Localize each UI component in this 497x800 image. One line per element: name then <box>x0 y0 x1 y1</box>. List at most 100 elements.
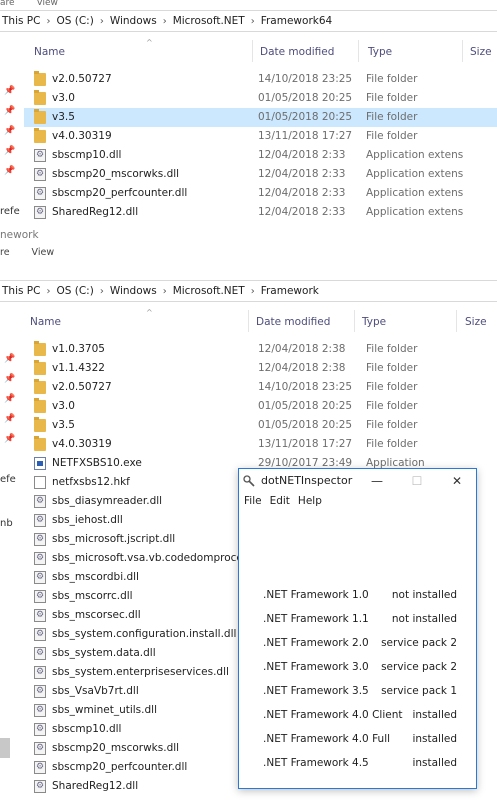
breadcrumb-microsoft-net[interactable]: Microsoft.NET <box>173 285 245 297</box>
nav-item-label[interactable]: refe <box>0 206 20 217</box>
column-divider[interactable] <box>462 40 463 62</box>
folder-icon <box>34 398 46 413</box>
file-row[interactable]: v3.5 01/05/2018 20:25 File folder <box>24 416 497 435</box>
breadcrumb-this-pc[interactable]: This PC <box>2 15 40 27</box>
breadcrumb-windows[interactable]: Windows <box>110 15 157 27</box>
file-row[interactable]: v3.0 01/05/2018 20:25 File folder <box>24 397 497 416</box>
app-icon <box>243 475 255 487</box>
nav-item-label[interactable]: efe <box>0 474 16 485</box>
file-row[interactable]: v2.0.50727 14/10/2018 23:25 File folder <box>24 378 497 397</box>
folder-icon <box>34 90 46 105</box>
file-name: sbs_VsaVb7rt.dll <box>52 685 139 697</box>
menu-help[interactable]: Help <box>298 493 322 511</box>
dll-icon <box>34 568 46 587</box>
ribbon-tab-view[interactable]: View <box>37 0 58 8</box>
breadcrumb-os-c[interactable]: OS (C:) <box>56 15 93 27</box>
ribbon-tab-view[interactable]: View <box>32 247 55 258</box>
breadcrumb-this-pc[interactable]: This PC <box>2 285 40 297</box>
column-divider[interactable] <box>358 40 359 62</box>
pin-icon[interactable]: 📌 <box>4 86 15 96</box>
chevron-right-icon: › <box>99 285 104 297</box>
column-size[interactable]: Size <box>465 316 487 328</box>
pin-icon[interactable]: 📌 <box>4 166 15 176</box>
column-date-modified[interactable]: Date modified <box>256 316 330 328</box>
file-name: sbs_mscordbi.dll <box>52 571 139 583</box>
file-row[interactable]: sbscmp20_perfcounter.dll 12/04/2018 2:33 A… <box>24 184 497 203</box>
file-type: File folder <box>366 381 418 393</box>
ribbon-tabs: are View <box>0 0 497 10</box>
file-name: sbs_microsoft.jscript.dll <box>52 533 176 545</box>
file-name: sbs_mscorrc.dll <box>52 590 133 602</box>
file-name: sbs_system.data.dll <box>52 647 156 659</box>
framework-status: service pack 2 <box>381 637 457 649</box>
pin-icon[interactable]: 📌 <box>4 434 15 444</box>
column-type[interactable]: Type <box>368 46 392 58</box>
column-date-modified[interactable]: Date modified <box>260 46 334 58</box>
pin-icon[interactable]: 📌 <box>4 374 15 384</box>
pin-icon[interactable]: 📌 <box>4 354 15 364</box>
breadcrumb-os-c[interactable]: OS (C:) <box>56 285 93 297</box>
minimize-button[interactable]: — <box>363 472 391 490</box>
address-bar[interactable]: This PC › OS (C:) › Windows › Microsoft.NET… <box>0 10 497 32</box>
maximize-button[interactable]: ☐ <box>403 472 431 490</box>
file-row[interactable]: SharedReg12.dll 12/04/2018 2:33 Applicatio… <box>24 203 497 222</box>
column-name[interactable]: Name <box>34 46 65 58</box>
framework-name: .NET Framework 4.0 Full <box>263 733 391 745</box>
column-size[interactable]: Size <box>470 46 492 58</box>
file-name: sbscmp20_perfcounter.dll <box>52 187 188 199</box>
navigation-pane: 📌 📌 📌 📌 📌 efe nb <box>0 336 20 796</box>
breadcrumb-framework[interactable]: Framework <box>261 285 319 297</box>
file-type: File folder <box>366 111 418 123</box>
title-bar[interactable]: dotNETInspector — ☐ ✕ <box>239 469 476 493</box>
column-divider[interactable] <box>354 310 355 332</box>
pin-icon[interactable]: 📌 <box>4 106 15 116</box>
framework-row: .NET Framework 1.0 not installed <box>259 589 459 607</box>
file-date-modified: 12/04/2018 2:33 <box>258 206 346 218</box>
nav-item-label[interactable]: nb <box>0 518 13 529</box>
chevron-right-icon: › <box>99 15 104 27</box>
file-date-modified: 12/04/2018 2:33 <box>258 149 346 161</box>
file-row[interactable]: sbscmp10.dll 12/04/2018 2:33 Application e… <box>24 146 497 165</box>
menu-edit[interactable]: Edit <box>270 493 290 511</box>
file-row[interactable]: v2.0.50727 14/10/2018 23:25 File folder <box>24 70 497 89</box>
folder-icon <box>34 341 46 356</box>
chevron-right-icon: › <box>162 285 167 297</box>
pin-icon[interactable]: 📌 <box>4 414 15 424</box>
breadcrumb-framework64[interactable]: Framework64 <box>261 15 333 27</box>
file-row[interactable]: v3.5 01/05/2018 20:25 File folder <box>24 108 497 127</box>
pin-icon[interactable]: 📌 <box>4 146 15 156</box>
file-row[interactable]: v4.0.30319 13/11/2018 17:27 File folder <box>24 127 497 146</box>
pin-icon[interactable]: 📌 <box>4 126 15 136</box>
dll-icon <box>34 184 46 203</box>
dll-icon <box>34 739 46 758</box>
column-name[interactable]: Name <box>30 316 61 328</box>
file-row[interactable]: sbscmp20_mscorwks.dll 12/04/2018 2:33 Appl… <box>24 165 497 184</box>
file-name: sbscmp10.dll <box>52 149 122 161</box>
chevron-right-icon: › <box>162 15 167 27</box>
menu-file[interactable]: File <box>244 493 262 511</box>
column-divider[interactable] <box>248 310 249 332</box>
ribbon-tab-share[interactable]: re <box>0 247 10 258</box>
file-date-modified: 14/10/2018 23:25 <box>258 381 353 393</box>
pin-icon[interactable]: 📌 <box>4 394 15 404</box>
nav-selected-highlight <box>0 738 10 758</box>
file-row[interactable]: v4.0.30319 13/11/2018 17:27 File folder <box>24 435 497 454</box>
breadcrumb-microsoft-net[interactable]: Microsoft.NET <box>173 15 245 27</box>
column-divider[interactable] <box>252 40 253 62</box>
file-row[interactable]: v3.0 01/05/2018 20:25 File folder <box>24 89 497 108</box>
framework-row: .NET Framework 1.1 not installed <box>259 613 459 631</box>
file-name: v3.5 <box>52 419 75 431</box>
file-type: Application extens <box>366 149 464 161</box>
file-row[interactable]: v1.1.4322 12/04/2018 2:38 File folder <box>24 359 497 378</box>
column-divider[interactable] <box>456 310 457 332</box>
address-bar[interactable]: This PC › OS (C:) › Windows › Microsoft.NET… <box>0 280 497 302</box>
breadcrumb-windows[interactable]: Windows <box>110 285 157 297</box>
framework-row: .NET Framework 4.0 Client installed <box>259 709 459 727</box>
column-type[interactable]: Type <box>362 316 386 328</box>
framework-name: .NET Framework 1.1 <box>263 613 369 625</box>
file-row[interactable]: v1.0.3705 12/04/2018 2:38 File folder <box>24 340 497 359</box>
ribbon-tab-share[interactable]: are <box>0 0 15 8</box>
close-button[interactable]: ✕ <box>443 472 471 490</box>
dll-icon <box>34 682 46 701</box>
file-name: sbs_mscorsec.dll <box>52 609 141 621</box>
